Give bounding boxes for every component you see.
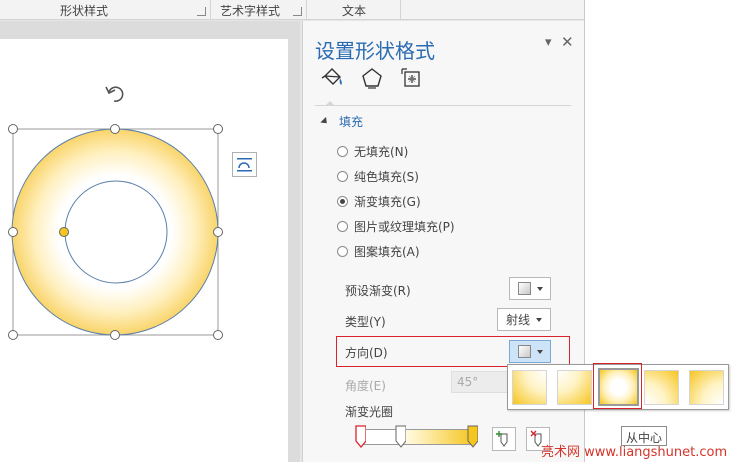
resize-handle[interactable]: [110, 330, 120, 340]
chevron-down-icon: [536, 286, 543, 291]
resize-handle[interactable]: [213, 330, 223, 340]
ribbon-group-shape-styles: 形状样式: [60, 4, 109, 18]
gradient-swatch-icon: [517, 282, 531, 295]
radio-gradient-fill[interactable]: 渐变填充(G): [337, 193, 421, 210]
type-label: 类型(Y): [345, 315, 386, 329]
document-area: [0, 21, 300, 462]
watermark-text: 亮术网 www.liangshunet.com: [541, 445, 728, 460]
direction-dropdown[interactable]: [509, 340, 551, 363]
resize-handle[interactable]: [213, 227, 223, 237]
chevron-down-icon: [536, 349, 543, 354]
radio-no-fill[interactable]: 无填充(N): [337, 143, 408, 160]
tab-effects[interactable]: [357, 65, 387, 91]
gradient-stop-handle[interactable]: [395, 425, 406, 449]
gradient-stops-bar[interactable]: [360, 429, 474, 445]
radio-label: 渐变填充(G): [354, 195, 421, 209]
size-layout-icon: [401, 68, 420, 87]
gradient-stops-label: 渐变光圈: [345, 405, 394, 419]
direction-label: 方向(D): [345, 346, 388, 360]
layout-options-icon: [237, 158, 252, 172]
pane-options-icon[interactable]: ▾: [545, 35, 552, 50]
type-value: 射线: [505, 313, 530, 327]
tab-fill-line[interactable]: [317, 65, 347, 91]
gradient-swatch-icon: [517, 345, 531, 358]
tab-size-properties[interactable]: [397, 65, 427, 91]
ribbon-separator: [210, 0, 211, 20]
gallery-option-from-top-left[interactable]: [557, 370, 592, 405]
tab-divider: [315, 101, 571, 106]
add-stop-icon: [496, 431, 508, 447]
gradient-stop-handle[interactable]: [467, 425, 478, 449]
wordart-styles-launcher-icon[interactable]: [293, 7, 302, 16]
resize-handle[interactable]: [213, 124, 223, 134]
pane-title: 设置形状格式: [315, 39, 435, 63]
resize-handle[interactable]: [8, 227, 18, 237]
tab-selected-marker: [325, 101, 335, 106]
resize-handle[interactable]: [8, 124, 18, 134]
shape-styles-launcher-icon[interactable]: [197, 7, 206, 16]
radio-button[interactable]: [337, 146, 348, 157]
collapse-triangle-icon: [320, 116, 330, 127]
radio-button[interactable]: [337, 246, 348, 257]
close-icon[interactable]: ✕: [561, 33, 574, 51]
selected-gallery-highlight: [593, 363, 642, 409]
gallery-option-from-bottom-left[interactable]: [644, 370, 679, 405]
section-fill-header[interactable]: 填充: [320, 113, 364, 130]
gradient-stop-handle[interactable]: [355, 425, 366, 449]
adjust-handle[interactable]: [59, 227, 69, 237]
gallery-option-from-bottom-right[interactable]: [689, 370, 724, 405]
ribbon-group-text: 文本: [342, 4, 367, 18]
donut-shape[interactable]: [11, 128, 219, 336]
radio-label: 纯色填充(S): [354, 170, 419, 184]
paint-bucket-icon: [321, 68, 342, 85]
radio-solid-fill[interactable]: 纯色填充(S): [337, 168, 419, 185]
radio-label: 无填充(N): [354, 145, 409, 159]
pentagon-icon: [362, 68, 382, 89]
rotate-handle-icon[interactable]: [105, 86, 124, 102]
chevron-down-icon: [536, 317, 542, 322]
type-dropdown[interactable]: 射线: [497, 308, 551, 331]
section-fill-label: 填充: [339, 115, 364, 129]
angle-label: 角度(E): [345, 379, 386, 393]
preset-gradient-dropdown[interactable]: [509, 277, 551, 300]
resize-handle[interactable]: [8, 330, 18, 340]
radio-label: 图片或纹理填充(P): [354, 220, 455, 234]
ribbon-group-wordart-styles: 艺术字样式: [220, 4, 281, 18]
ribbon-separator: [400, 0, 401, 20]
preset-gradient-label: 预设渐变(R): [345, 284, 411, 298]
radio-pattern-fill[interactable]: 图案填充(A): [337, 243, 420, 260]
add-gradient-stop-button[interactable]: [492, 427, 516, 451]
layout-options-button[interactable]: [232, 152, 257, 177]
shape-canvas[interactable]: [0, 21, 300, 462]
ribbon-group-labels: 形状样式 艺术字样式 文本: [0, 0, 584, 20]
radio-button-selected[interactable]: [337, 196, 348, 207]
resize-handle[interactable]: [110, 124, 120, 134]
radio-button[interactable]: [337, 171, 348, 182]
radio-picture-texture-fill[interactable]: 图片或纹理填充(P): [337, 218, 455, 235]
radio-label: 图案填充(A): [354, 245, 420, 259]
gallery-option-from-top-right[interactable]: [512, 370, 547, 405]
ribbon-separator: [306, 0, 307, 20]
radio-button[interactable]: [337, 221, 348, 232]
angle-input: 45°: [451, 371, 511, 393]
